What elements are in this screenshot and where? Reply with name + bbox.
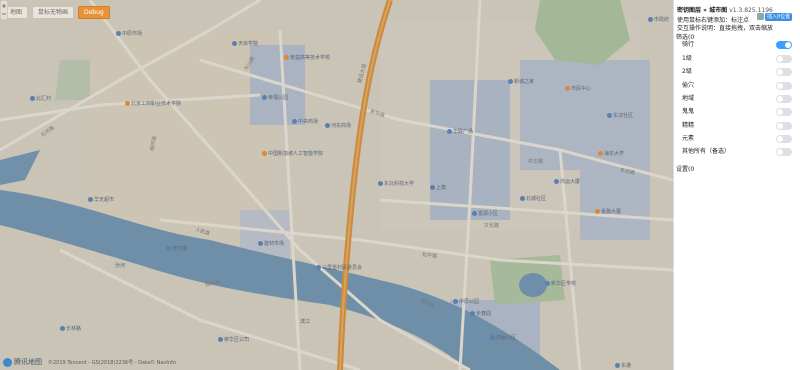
map-poi[interactable]: 长林路: [60, 325, 81, 332]
map-poi[interactable]: 东北科技大学: [378, 180, 414, 187]
hint-line: 交互操作说明：直接拖拽，双击缩放: [677, 25, 774, 32]
scale-control[interactable]: [0, 0, 8, 20]
map-poi[interactable]: 新华区学校: [545, 280, 576, 287]
map-poi[interactable]: 长春园: [470, 310, 491, 317]
toggle-switch[interactable]: [776, 108, 792, 116]
mouse-draw-button[interactable]: 鼠标无物画: [32, 6, 75, 19]
map-poi[interactable]: 三里堡村民委员会: [316, 264, 362, 271]
road-label: 和平路: [421, 252, 438, 260]
map-copyright: ©2019 Tencent - GS(2018)2236号 - Data© Na…: [48, 360, 176, 366]
map-poi[interactable]: 东港: [615, 362, 631, 369]
road-label: 中华路: [528, 159, 544, 165]
toggle-switch[interactable]: [776, 95, 792, 103]
header-arrow: »: [703, 7, 707, 14]
map-poi[interactable]: 中原市场: [116, 30, 142, 37]
map-poi[interactable]: 海东大学: [598, 150, 624, 157]
map-poi[interactable]: 地下街: [166, 245, 187, 252]
map-poi[interactable]: 华天超市: [88, 196, 114, 203]
map-poi[interactable]: 市政府: [648, 16, 669, 23]
road-label: 文化路: [484, 223, 500, 229]
map-poi[interactable]: 北京工商职业技术学院: [125, 100, 181, 107]
map-poi[interactable]: 鸿运小区: [490, 334, 516, 341]
filter-row[interactable]: 骑行: [682, 40, 792, 50]
filter-row[interactable]: 偷穴: [682, 81, 792, 91]
toggle-switch[interactable]: [776, 122, 792, 130]
filter-row[interactable]: 元素: [682, 134, 792, 144]
debug-button[interactable]: Debug: [78, 6, 110, 19]
map-poi[interactable]: 中国新加坡人工智能学院: [262, 150, 323, 157]
map-poi[interactable]: 金融大厦: [595, 208, 621, 215]
map-poi[interactable]: 北汇村: [30, 95, 51, 102]
mode-title: 城市图: [709, 7, 728, 14]
filter-row[interactable]: 其他所有（备选）: [682, 147, 792, 157]
river-label: 汾河: [115, 263, 126, 269]
filter-row[interactable]: 2级: [682, 67, 792, 77]
toggle-switch[interactable]: [776, 82, 792, 90]
app-title: 密钥图层: [677, 7, 702, 14]
map-poi[interactable]: 鸿运大厦: [554, 178, 580, 185]
toggle-switch[interactable]: [776, 68, 792, 76]
map-poi[interactable]: 富源小区: [472, 210, 498, 217]
filter-row[interactable]: 1级: [682, 54, 792, 64]
map-poi[interactable]: 幸福公园: [262, 94, 288, 101]
side-panel: 密钥图层 » 城市图 v1.3.825.1196 使用鼠标右键添加：标注点 插入…: [673, 0, 800, 370]
map-poi[interactable]: 北城社区: [520, 195, 546, 202]
toggle-switch[interactable]: [776, 55, 792, 63]
map-poi[interactable]: 新城之家: [508, 78, 534, 85]
filter-row[interactable]: 鬼鬼: [682, 107, 792, 117]
toggle-switch[interactable]: [776, 148, 792, 156]
toggle-switch[interactable]: [776, 135, 792, 143]
map-poi[interactable]: 中央商场: [292, 118, 318, 125]
map-poi[interactable]: 上尊: [430, 184, 446, 191]
map-logo: 腾讯地图: [3, 357, 42, 367]
filter-row[interactable]: 地域: [682, 94, 792, 104]
map-layer: [0, 0, 673, 370]
tencent-map-icon: [3, 357, 12, 367]
map-poi[interactable]: 天目学院: [232, 40, 258, 47]
insert-button[interactable]: 插入0位置: [765, 13, 793, 21]
settings-section-title: 设置(0: [676, 166, 695, 173]
toggle-switch[interactable]: [776, 41, 792, 49]
map-poi[interactable]: 华联广场: [447, 128, 473, 135]
map-poi[interactable]: 建材市场: [258, 240, 284, 247]
map-canvas[interactable]: 地图 鼠标无物画 Debug 中原市场 天目学院 普益高等技术学校 北汇村 北京…: [0, 0, 673, 370]
map-poi[interactable]: 荣华区公司: [218, 336, 249, 343]
image-icon: [757, 13, 764, 20]
map-poi[interactable]: 河东商场: [325, 122, 351, 129]
map-poi[interactable]: 市民中心: [565, 85, 591, 92]
map-poi[interactable]: 中原公园: [453, 298, 479, 305]
map-poi[interactable]: 东汉社区: [607, 112, 633, 119]
river-label: 滨江: [300, 319, 311, 325]
filter-row[interactable]: 精精: [682, 121, 792, 131]
map-poi[interactable]: 普益高等技术学校: [284, 54, 330, 61]
